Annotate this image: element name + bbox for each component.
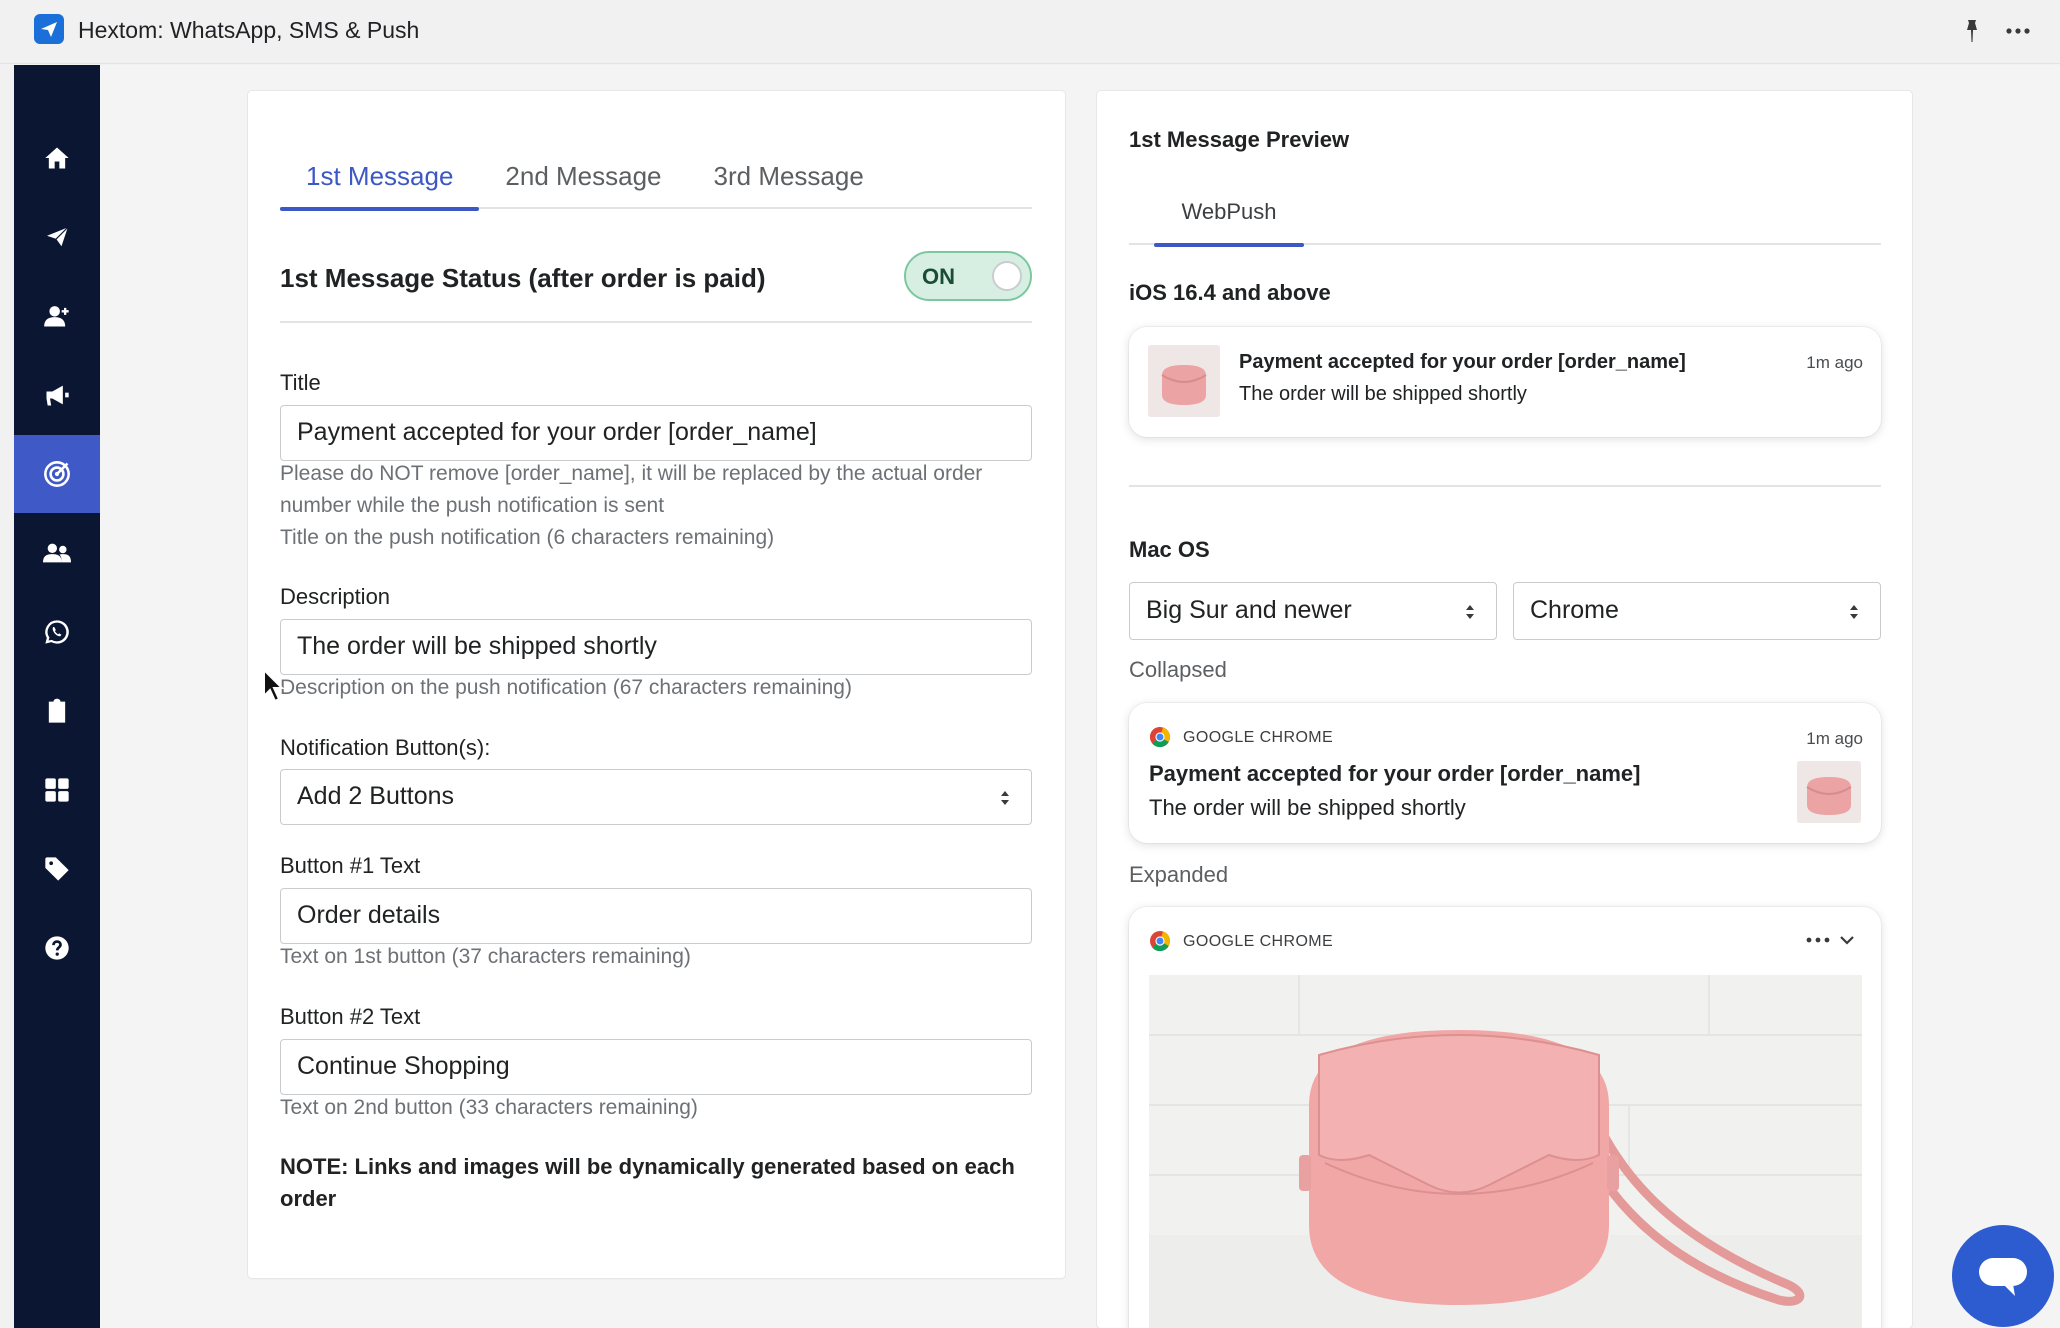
- handbag-image: [1149, 975, 1862, 1328]
- button1-label: Button #1 Text: [280, 853, 421, 878]
- title-label: Title: [280, 370, 321, 395]
- message-editor-card: 1st Message 2nd Message 3rd Message 1st …: [248, 91, 1065, 1278]
- collapsed-label: Collapsed: [1129, 657, 1227, 682]
- ios-notif-title: Payment accepted for your order [order_n…: [1239, 351, 1686, 373]
- target-icon: [44, 461, 70, 487]
- ios-notification-preview: Payment accepted for your order [order_n…: [1129, 327, 1881, 437]
- sidebar: [14, 65, 100, 1328]
- button1-text-input[interactable]: Order details: [280, 888, 1032, 944]
- send-icon: [43, 225, 70, 249]
- select-caret-icon: [1466, 605, 1474, 619]
- users-icon: [43, 543, 71, 563]
- preview-tabs: WebPush: [1129, 187, 1881, 247]
- button2-label: Button #2 Text: [280, 1004, 421, 1029]
- sidebar-item-home[interactable]: [14, 119, 100, 197]
- expanded-label: Expanded: [1129, 862, 1229, 887]
- title-input[interactable]: Payment accepted for your order [order_n…: [280, 405, 1032, 461]
- tab-3rd-message[interactable]: 3rd Message: [688, 151, 890, 209]
- collapsed-notification-preview: GOOGLE CHROME 1m ago Payment accepted fo…: [1129, 703, 1881, 843]
- status-row: 1st Message Status (after order is paid)…: [280, 251, 1032, 323]
- status-toggle[interactable]: ON: [904, 251, 1032, 301]
- notification-buttons-value: Add 2 Buttons: [297, 782, 455, 810]
- sidebar-item-apps[interactable]: [14, 751, 100, 829]
- button1-help-text: Text on 1st button (37 characters remain…: [280, 945, 691, 968]
- more-options-icon[interactable]: [2004, 18, 2032, 44]
- note-text: NOTE: Links and images will be dynamical…: [280, 1154, 1015, 1211]
- tab-webpush[interactable]: WebPush: [1154, 187, 1304, 247]
- button2-text-input[interactable]: Continue Shopping: [280, 1039, 1032, 1095]
- collapsed-notif-source: GOOGLE CHROME: [1183, 729, 1334, 746]
- title-help-line-1: Please do NOT remove [order_name], it wi…: [280, 462, 983, 517]
- expanded-product-image: [1149, 975, 1862, 1328]
- ios-heading: iOS 16.4 and above: [1129, 280, 1331, 305]
- select-caret-icon: [1850, 605, 1858, 619]
- handbag-image: [1148, 345, 1220, 417]
- megaphone-icon: [46, 385, 69, 406]
- expanded-more-options-icon[interactable]: [1805, 931, 1861, 949]
- browser-select[interactable]: Chrome: [1513, 582, 1881, 640]
- os-version-value: Big Sur and newer: [1146, 596, 1352, 624]
- chrome-icon: [1150, 931, 1171, 952]
- notification-buttons-select[interactable]: Add 2 Buttons: [280, 769, 1032, 825]
- sidebar-item-whatsapp[interactable]: [14, 593, 100, 671]
- toggle-knob: [992, 261, 1022, 291]
- os-version-select[interactable]: Big Sur and newer: [1129, 582, 1497, 640]
- sidebar-item-automation[interactable]: [14, 435, 100, 513]
- whatsapp-icon: [45, 620, 69, 644]
- section-divider: [1129, 485, 1881, 487]
- app-logo: [34, 14, 64, 44]
- pin-icon[interactable]: [1960, 18, 1984, 44]
- title-help-line-2: Title on the push notification (6 charac…: [280, 526, 775, 549]
- add-user-icon: [44, 306, 69, 327]
- sidebar-item-orders[interactable]: [14, 672, 100, 750]
- collapsed-notif-time: 1m ago: [1806, 729, 1863, 748]
- status-label: 1st Message Status (after order is paid): [280, 263, 766, 293]
- clipboard-icon: [48, 698, 66, 723]
- title-help-text: Please do NOT remove [order_name], it wi…: [280, 458, 1032, 554]
- collapsed-notif-body: The order will be shipped shortly: [1149, 795, 1466, 820]
- handbag-image: [1797, 761, 1861, 823]
- grid-icon: [45, 778, 69, 802]
- title-bar: Hextom: WhatsApp, SMS & Push: [0, 0, 2060, 64]
- description-input[interactable]: The order will be shipped shortly: [280, 619, 1032, 675]
- collapsed-product-thumbnail: [1797, 761, 1861, 823]
- sidebar-item-subscribers[interactable]: [14, 514, 100, 592]
- message-tabs: 1st Message 2nd Message 3rd Message: [280, 151, 1032, 211]
- description-label: Description: [280, 584, 391, 609]
- sidebar-item-pricing[interactable]: [14, 830, 100, 908]
- tag-icon: [45, 857, 69, 881]
- description-help-text: Description on the push notification (67…: [280, 676, 852, 699]
- collapsed-notif-title: Payment accepted for your order [order_n…: [1149, 761, 1641, 786]
- chat-icon: [1979, 1258, 2027, 1296]
- preview-card: 1st Message Preview WebPush iOS 16.4 and…: [1097, 91, 1912, 1328]
- sidebar-item-campaigns[interactable]: [14, 356, 100, 434]
- expanded-notif-source: GOOGLE CHROME: [1183, 933, 1334, 950]
- ios-notif-body: The order will be shipped shortly: [1239, 383, 1527, 405]
- notification-buttons-label: Notification Button(s):: [280, 735, 491, 760]
- preview-title: 1st Message Preview: [1129, 127, 1350, 152]
- tab-2nd-message[interactable]: 2nd Message: [479, 151, 687, 209]
- sidebar-item-help[interactable]: [14, 909, 100, 987]
- home-icon: [45, 147, 69, 169]
- product-thumbnail: [1148, 345, 1220, 417]
- tab-1st-message[interactable]: 1st Message: [280, 151, 480, 211]
- help-icon: [45, 936, 69, 960]
- button2-help-text: Text on 2nd button (33 characters remain…: [280, 1096, 698, 1119]
- app-title: Hextom: WhatsApp, SMS & Push: [78, 17, 420, 43]
- ios-notif-time: 1m ago: [1806, 353, 1863, 372]
- macos-heading: Mac OS: [1129, 537, 1210, 562]
- sidebar-item-send[interactable]: [14, 198, 100, 276]
- sidebar-item-add-user[interactable]: [14, 277, 100, 355]
- browser-value: Chrome: [1530, 596, 1619, 624]
- expanded-notification-preview: GOOGLE CHROME: [1129, 907, 1881, 1328]
- chrome-icon: [1149, 727, 1171, 748]
- select-caret-icon: [1001, 791, 1009, 805]
- toggle-text: ON: [922, 264, 955, 289]
- chat-widget-button[interactable]: [1952, 1225, 2054, 1327]
- mouse-cursor-icon: [263, 668, 285, 703]
